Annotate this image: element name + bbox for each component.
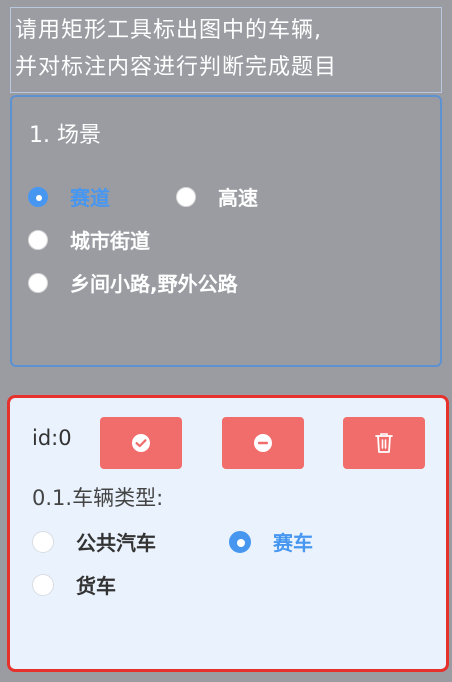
vehicle-option-truck[interactable]: 货车 [32, 570, 116, 599]
trash-icon [375, 433, 393, 453]
minus-circle-icon [254, 434, 272, 452]
scene-option-country-road[interactable]: 乡间小路,野外公路 [28, 268, 238, 297]
radio-icon[interactable] [28, 229, 48, 250]
radio-icon[interactable] [28, 272, 48, 293]
check-circle-icon [132, 434, 150, 452]
scene-option-label: 城市街道 [70, 229, 150, 253]
task-instruction: 请用矩形工具标出图中的车辆, 并对标注内容进行判断完成题目 [10, 7, 442, 93]
scene-option-label: 高速 [218, 186, 258, 210]
scene-option-city-street[interactable]: 城市街道 [28, 225, 150, 254]
scene-question-title: 1. 场景 [29, 123, 101, 148]
confirm-button[interactable] [100, 417, 182, 469]
scene-question-panel: 1. 场景 赛道 高速 城市街道 乡间小路,野外公路 [10, 95, 442, 367]
vehicle-option-bus[interactable]: 公共汽车 [32, 527, 156, 556]
radio-selected-icon[interactable] [28, 186, 48, 207]
vehicle-option-label: 公共汽车 [76, 531, 156, 555]
scene-option-highway[interactable]: 高速 [176, 182, 258, 211]
delete-button[interactable] [343, 417, 425, 469]
scene-option-track[interactable]: 赛道 [28, 182, 110, 211]
remove-button[interactable] [222, 417, 304, 469]
vehicle-option-race-car[interactable]: 赛车 [229, 527, 313, 556]
vehicle-option-label: 赛车 [273, 531, 313, 555]
annotation-id: id:0 [32, 426, 72, 450]
radio-icon[interactable] [32, 573, 54, 596]
vehicle-option-label: 货车 [76, 574, 116, 598]
instruction-line-1: 请用矩形工具标出图中的车辆, [15, 18, 322, 43]
instruction-line-2: 并对标注内容进行判断完成题目 [15, 55, 338, 80]
radio-icon[interactable] [176, 186, 196, 207]
scene-option-label: 乡间小路,野外公路 [70, 272, 238, 296]
annotation-card: id:0 0.1.车辆类型: 公共汽车 赛车 货车 [7, 395, 449, 672]
radio-icon[interactable] [32, 530, 54, 553]
scene-option-label: 赛道 [70, 186, 110, 210]
radio-selected-icon[interactable] [229, 530, 251, 553]
vehicle-type-question-title: 0.1.车辆类型: [32, 486, 164, 510]
